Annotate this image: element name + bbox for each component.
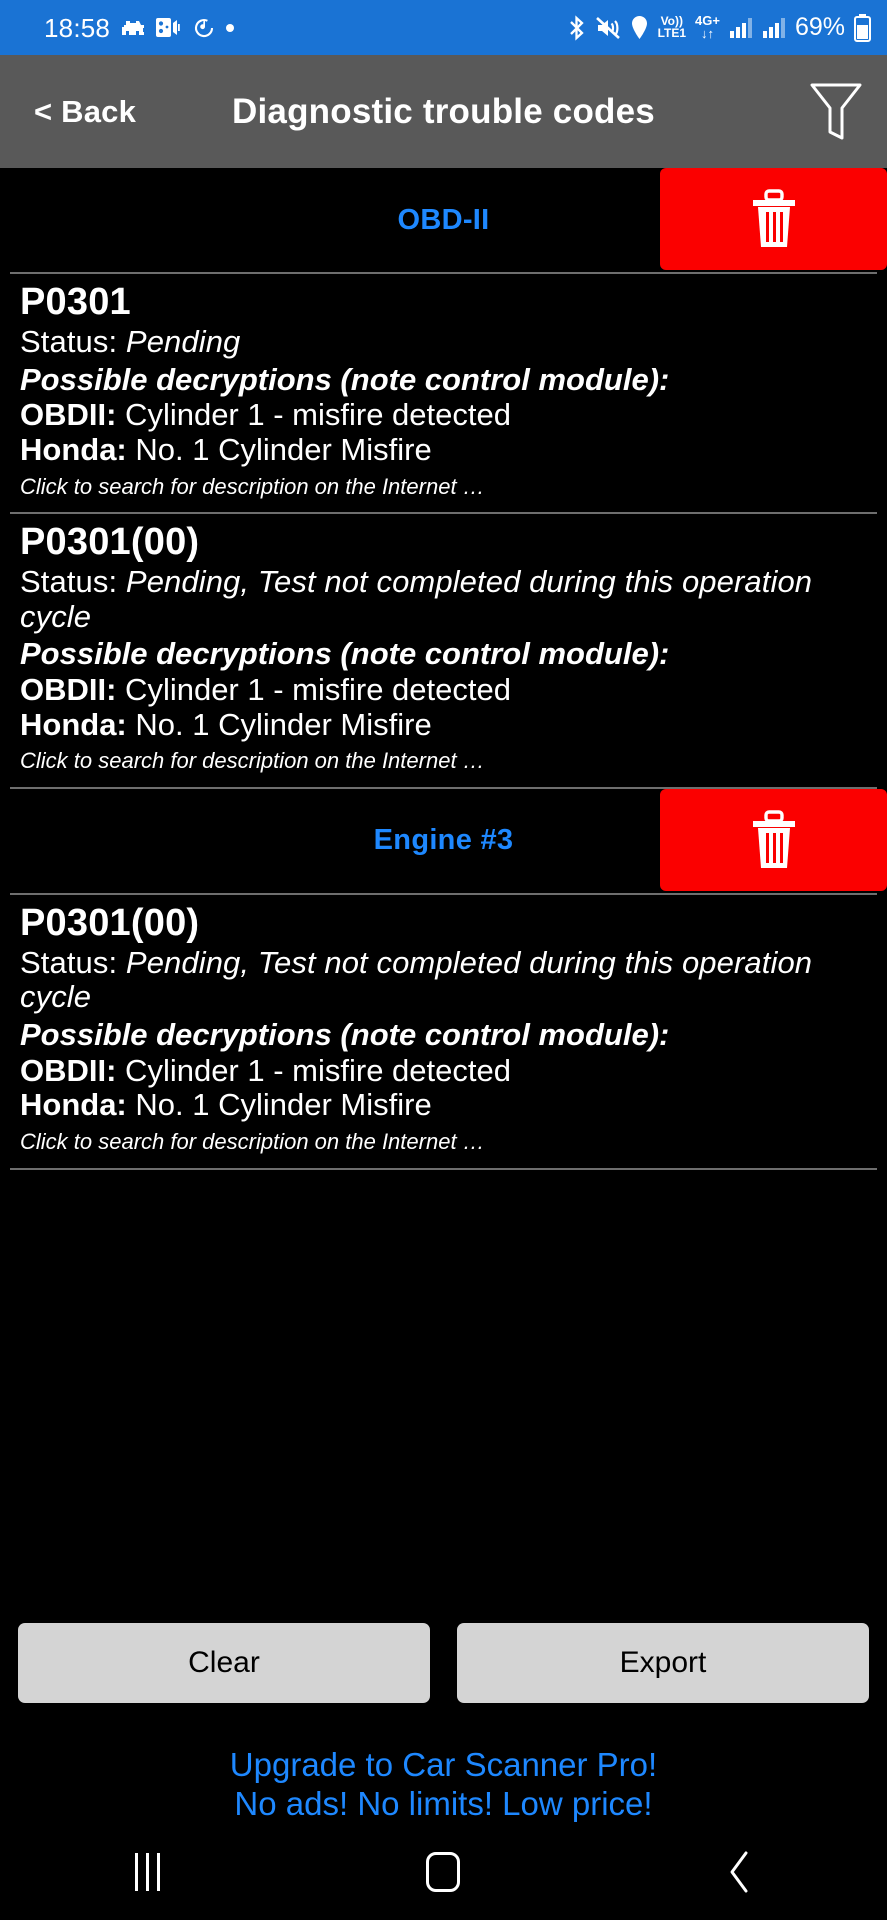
status-bar-clock: 18:58: [44, 12, 111, 43]
volte-bottom-label: LTE1: [657, 25, 687, 40]
dtc-decryptions-label: Possible decryptions (note control modul…: [20, 1017, 670, 1053]
dtc-code: P0301: [20, 281, 131, 323]
dtc-decryptions-label: Possible decryptions (note control modul…: [20, 361, 670, 397]
dtc-definition-text: No. 1 Cylinder Misfire: [126, 1087, 432, 1123]
dtc-definition-text: No. 1 Cylinder Misfire: [126, 431, 432, 467]
group-title[interactable]: OBD-II: [397, 204, 489, 237]
dtc-status: Status: Pending: [20, 323, 867, 360]
app-header: < Back Diagnostic trouble codes: [0, 55, 887, 168]
dtc-decryptions-label: Possible decryptions (note control modul…: [20, 636, 670, 672]
group-title[interactable]: Engine #3: [374, 824, 514, 857]
promo-line-2: No ads! No limits! Low price!: [234, 1785, 653, 1823]
status-bar-right: Vo)) LTE1 4G+ ↓↑ 69%: [567, 13, 871, 42]
signal-bars-sim1-icon: [729, 17, 753, 39]
dtc-status-label: Status:: [20, 944, 126, 980]
dtc-status-value: Pending, Test not completed during this …: [20, 563, 813, 634]
dot-indicator-icon: [226, 23, 235, 32]
export-button[interactable]: Export: [457, 1622, 869, 1703]
delete-group-button-obd-ii[interactable]: [660, 168, 887, 270]
battery-icon: [854, 13, 871, 42]
status-bar: 18:58 Vo)) LTE1 4G+ ↓↑ 69%: [0, 0, 887, 55]
phone-screen: 18:58 Vo)) LTE1 4G+ ↓↑ 69% < Back Diagno…: [0, 0, 887, 1920]
trash-icon: [752, 189, 795, 247]
network-arrows-label: ↓↑: [700, 25, 714, 41]
volte-indicator: Vo)) LTE1: [657, 15, 687, 40]
dtc-definition: OBDII: Cylinder 1 - misfire detected: [20, 1052, 867, 1089]
dtc-entry[interactable]: P0301(00) Status: Pending, Test not comp…: [10, 895, 877, 1170]
dtc-definition-source: OBDII:: [20, 1052, 117, 1088]
recents-button[interactable]: [88, 1837, 208, 1907]
status-bar-left: 18:58: [44, 12, 235, 43]
dtc-status-value: Pending: [125, 323, 241, 359]
promo-line-1: Upgrade to Car Scanner Pro!: [229, 1745, 658, 1783]
signal-bars-sim2-icon: [762, 17, 786, 39]
dtc-definition: Honda: No. 1 Cylinder Misfire: [20, 431, 867, 468]
android-navigation-bar: [0, 1824, 887, 1920]
sound-muted-icon: [595, 16, 621, 40]
dtc-search-hint[interactable]: Click to search for description on the I…: [20, 473, 867, 503]
obd-adapter-icon: [156, 17, 182, 38]
dtc-status: Status: Pending, Test not completed duri…: [20, 944, 867, 1015]
dtc-definition-source: Honda:: [20, 706, 127, 742]
dtc-search-hint[interactable]: Click to search for description on the I…: [20, 1128, 867, 1158]
dtc-status-value: Pending, Test not completed during this …: [20, 944, 813, 1015]
dtc-definition: Honda: No. 1 Cylinder Misfire: [20, 1088, 867, 1123]
dtc-definition-source: OBDII:: [20, 671, 117, 707]
dtc-entry[interactable]: P0301 Status: Pending Possible decryptio…: [10, 274, 877, 515]
battery-percent-label: 69%: [794, 13, 845, 41]
action-bar: Clear Export: [0, 1622, 887, 1703]
bluetooth-icon: [567, 14, 586, 41]
back-button[interactable]: < Back: [34, 94, 136, 130]
dtc-list[interactable]: OBD-II P0301 Status: Pending Possible de…: [0, 168, 887, 1623]
dtc-definition: Honda: No. 1 Cylinder Misfire: [20, 706, 867, 743]
dtc-definition: OBDII: Cylinder 1 - misfire detected: [20, 671, 867, 708]
dtc-definition-text: No. 1 Cylinder Misfire: [126, 706, 432, 742]
dtc-definition-text: Cylinder 1 - misfire detected: [116, 397, 511, 433]
group-header-obd-ii: OBD-II: [10, 168, 887, 274]
home-icon: [426, 1852, 461, 1892]
dtc-definition-text: Cylinder 1 - misfire detected: [116, 1052, 511, 1088]
filter-funnel-icon[interactable]: [807, 79, 865, 145]
dtc-code: P0301(00): [20, 521, 200, 564]
dtc-status-label: Status:: [20, 563, 126, 599]
dtc-definition-text: Cylinder 1 - misfire detected: [116, 671, 511, 707]
engine-check-icon: [120, 18, 146, 38]
dtc-search-hint[interactable]: Click to search for description on the I…: [20, 747, 867, 777]
music-note-icon: [192, 16, 216, 40]
recents-icon: [135, 1853, 161, 1891]
dtc-entry[interactable]: P0301(00) Status: Pending, Test not comp…: [10, 514, 877, 789]
dtc-definition-source: Honda:: [20, 431, 127, 467]
dtc-definition-source: Honda:: [20, 1087, 127, 1123]
dtc-definition: OBDII: Cylinder 1 - misfire detected: [20, 397, 867, 433]
trash-icon: [752, 810, 795, 868]
clear-button[interactable]: Clear: [18, 1622, 430, 1703]
location-pin-icon: [630, 15, 649, 40]
upgrade-promo-banner[interactable]: Upgrade to Car Scanner Pro! No ads! No l…: [0, 1703, 887, 1824]
back-chevron-icon: [730, 1851, 748, 1893]
home-button[interactable]: [383, 1837, 503, 1907]
delete-group-button-engine-3[interactable]: [660, 788, 887, 891]
back-nav-button[interactable]: [679, 1837, 799, 1907]
dtc-code: P0301(00): [20, 901, 200, 944]
dtc-definition-source: OBDII:: [20, 397, 117, 433]
group-header-engine-3: Engine #3: [10, 788, 887, 895]
dtc-status-label: Status:: [20, 323, 126, 359]
dtc-status: Status: Pending, Test not completed duri…: [20, 563, 867, 634]
network-type-indicator: 4G+ ↓↑: [695, 14, 720, 41]
